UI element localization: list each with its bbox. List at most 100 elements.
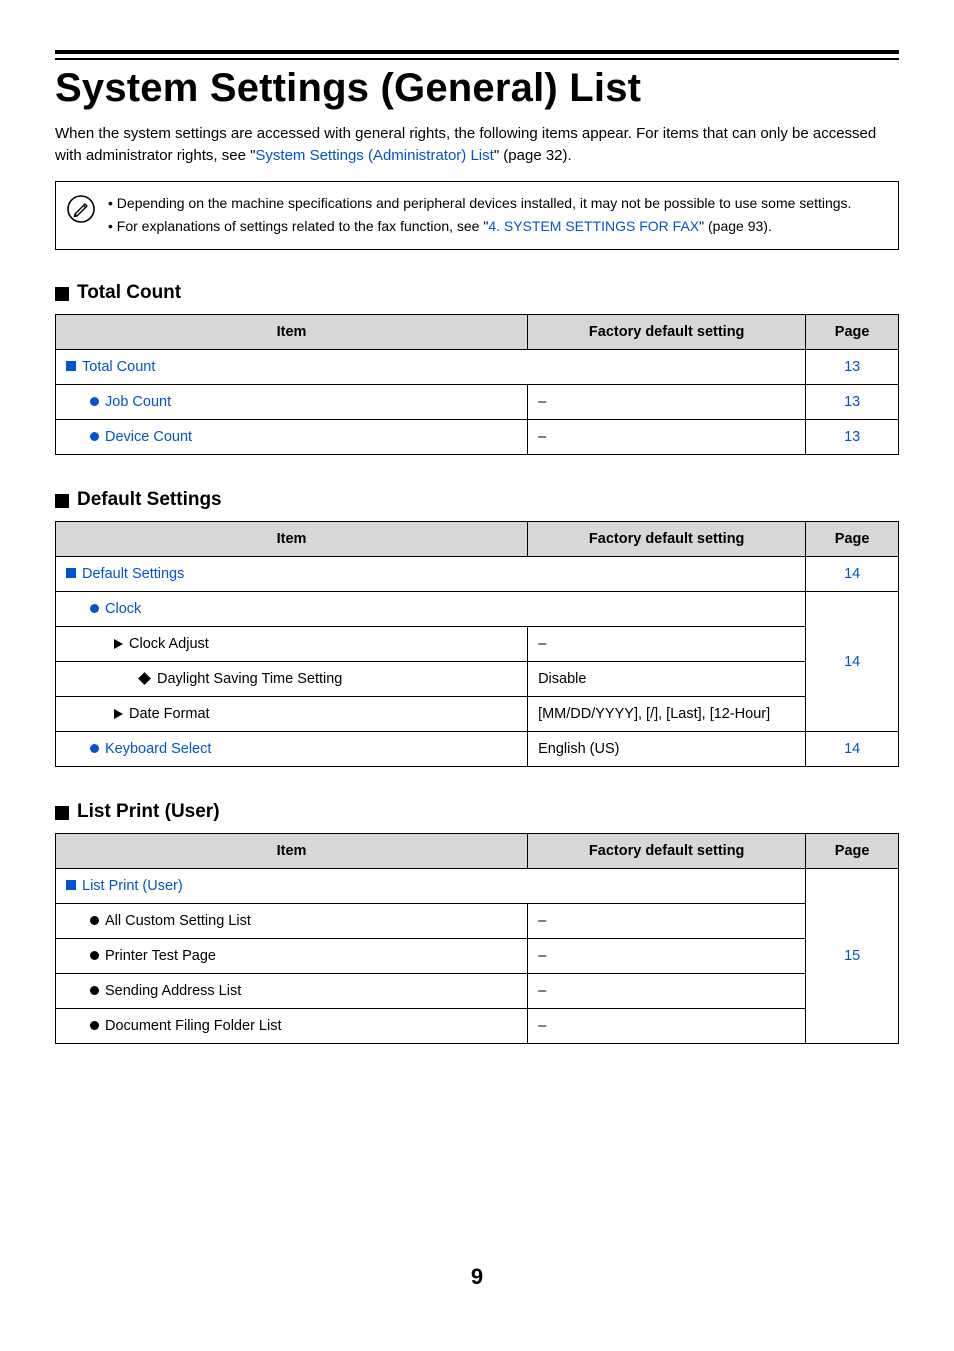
item-label[interactable]: Total Count bbox=[82, 359, 155, 375]
item-label: Printer Test Page bbox=[105, 948, 216, 964]
table-row: Device Count –13 bbox=[56, 420, 899, 455]
settings-table: ItemFactory default settingPageTotal Cou… bbox=[55, 314, 899, 455]
col-header-page: Page bbox=[806, 834, 899, 869]
table-row: Printer Test Page– bbox=[56, 939, 899, 974]
section-square-icon bbox=[55, 494, 69, 508]
item-cell: Default Settings bbox=[56, 557, 806, 592]
item-label[interactable]: List Print (User) bbox=[82, 878, 183, 894]
default-cell: – bbox=[528, 904, 806, 939]
default-cell: – bbox=[528, 420, 806, 455]
note-box: • Depending on the machine specification… bbox=[55, 181, 899, 251]
page-cell[interactable]: 13 bbox=[806, 385, 899, 420]
col-header-item: Item bbox=[56, 834, 528, 869]
default-cell: – bbox=[528, 974, 806, 1009]
col-header-page: Page bbox=[806, 522, 899, 557]
item-label[interactable]: Clock bbox=[105, 601, 141, 617]
item-label: Clock Adjust bbox=[129, 636, 209, 652]
item-cell: Device Count bbox=[56, 420, 528, 455]
table-row: Clock14 bbox=[56, 592, 899, 627]
item-label[interactable]: Default Settings bbox=[82, 566, 184, 582]
circle-marker-icon bbox=[90, 397, 99, 406]
table-row: Sending Address List – bbox=[56, 974, 899, 1009]
section-square-icon bbox=[55, 287, 69, 301]
table-row: Date Format [MM/DD/YYYY], [/], [Last], [1… bbox=[56, 697, 899, 732]
square-marker-icon bbox=[66, 361, 76, 371]
item-label: Document Filing Folder List bbox=[105, 1018, 282, 1034]
table-row: Daylight Saving Time Setting Disable bbox=[56, 662, 899, 697]
circle-marker-icon bbox=[90, 604, 99, 613]
section-heading: Default Settings bbox=[55, 489, 899, 511]
page-cell[interactable]: 15 bbox=[806, 869, 899, 1044]
page-number: 9 bbox=[55, 1264, 899, 1290]
item-cell: List Print (User) bbox=[56, 869, 806, 904]
section-square-icon bbox=[55, 806, 69, 820]
triangle-marker-icon bbox=[114, 709, 123, 719]
table-row: Job Count –13 bbox=[56, 385, 899, 420]
default-cell: – bbox=[528, 385, 806, 420]
item-cell: Document Filing Folder List bbox=[56, 1009, 528, 1044]
table-row: Keyboard Select English (US)14 bbox=[56, 732, 899, 767]
default-cell: [MM/DD/YYYY], [/], [Last], [12-Hour] bbox=[528, 697, 806, 732]
item-cell: Daylight Saving Time Setting bbox=[56, 662, 528, 697]
col-header-page: Page bbox=[806, 315, 899, 350]
triangle-marker-icon bbox=[114, 639, 123, 649]
circle-marker-icon bbox=[90, 432, 99, 441]
page-cell[interactable]: 13 bbox=[806, 420, 899, 455]
col-header-default: Factory default setting bbox=[528, 315, 806, 350]
intro-link[interactable]: System Settings (Administrator) List bbox=[255, 147, 493, 164]
default-cell: Disable bbox=[528, 662, 806, 697]
item-cell: Total Count bbox=[56, 350, 806, 385]
page-cell[interactable]: 13 bbox=[806, 350, 899, 385]
page-cell[interactable]: 14 bbox=[806, 592, 899, 732]
item-label: All Custom Setting List bbox=[105, 913, 251, 929]
note-line-1: • Depending on the machine specification… bbox=[108, 192, 851, 216]
item-cell: Keyboard Select bbox=[56, 732, 528, 767]
square-marker-icon bbox=[66, 880, 76, 890]
settings-table: ItemFactory default settingPageDefault S… bbox=[55, 521, 899, 767]
square-marker-icon bbox=[66, 568, 76, 578]
page-title: System Settings (General) List bbox=[55, 66, 899, 111]
item-cell: All Custom Setting List bbox=[56, 904, 528, 939]
item-label: Sending Address List bbox=[105, 983, 241, 999]
item-label: Date Format bbox=[129, 706, 210, 722]
settings-table: ItemFactory default settingPageList Prin… bbox=[55, 833, 899, 1044]
item-cell: Sending Address List bbox=[56, 974, 528, 1009]
circle-marker-icon bbox=[90, 951, 99, 960]
default-cell: English (US) bbox=[528, 732, 806, 767]
item-cell: Date Format bbox=[56, 697, 528, 732]
section-heading: Total Count bbox=[55, 282, 899, 304]
item-cell: Clock bbox=[56, 592, 806, 627]
item-cell: Clock Adjust bbox=[56, 627, 528, 662]
circle-marker-icon bbox=[90, 744, 99, 753]
item-cell: Job Count bbox=[56, 385, 528, 420]
item-label[interactable]: Keyboard Select bbox=[105, 741, 211, 757]
default-cell: – bbox=[528, 627, 806, 662]
diamond-marker-icon bbox=[138, 672, 151, 685]
table-row: Total Count 13 bbox=[56, 350, 899, 385]
circle-marker-icon bbox=[90, 986, 99, 995]
intro-paragraph: When the system settings are accessed wi… bbox=[55, 123, 899, 167]
intro-text-after: " (page 32). bbox=[494, 147, 572, 164]
circle-marker-icon bbox=[90, 1021, 99, 1030]
item-label: Daylight Saving Time Setting bbox=[157, 671, 342, 687]
circle-marker-icon bbox=[90, 916, 99, 925]
header-rule bbox=[55, 50, 899, 60]
col-header-default: Factory default setting bbox=[528, 834, 806, 869]
section-heading-text: Total Count bbox=[77, 282, 181, 304]
page-cell[interactable]: 14 bbox=[806, 732, 899, 767]
note-line-2: • For explanations of settings related t… bbox=[108, 215, 851, 239]
page-cell[interactable]: 14 bbox=[806, 557, 899, 592]
col-header-item: Item bbox=[56, 315, 528, 350]
item-label[interactable]: Job Count bbox=[105, 394, 171, 410]
section-heading-text: List Print (User) bbox=[77, 801, 220, 823]
col-header-default: Factory default setting bbox=[528, 522, 806, 557]
table-row: Clock Adjust – bbox=[56, 627, 899, 662]
col-header-item: Item bbox=[56, 522, 528, 557]
item-label[interactable]: Device Count bbox=[105, 429, 192, 445]
note-fax-link[interactable]: 4. SYSTEM SETTINGS FOR FAX bbox=[488, 218, 699, 234]
table-row: List Print (User)15 bbox=[56, 869, 899, 904]
pencil-note-icon bbox=[66, 192, 96, 229]
default-cell: – bbox=[528, 1009, 806, 1044]
table-row: All Custom Setting List – bbox=[56, 904, 899, 939]
table-row: Default Settings 14 bbox=[56, 557, 899, 592]
